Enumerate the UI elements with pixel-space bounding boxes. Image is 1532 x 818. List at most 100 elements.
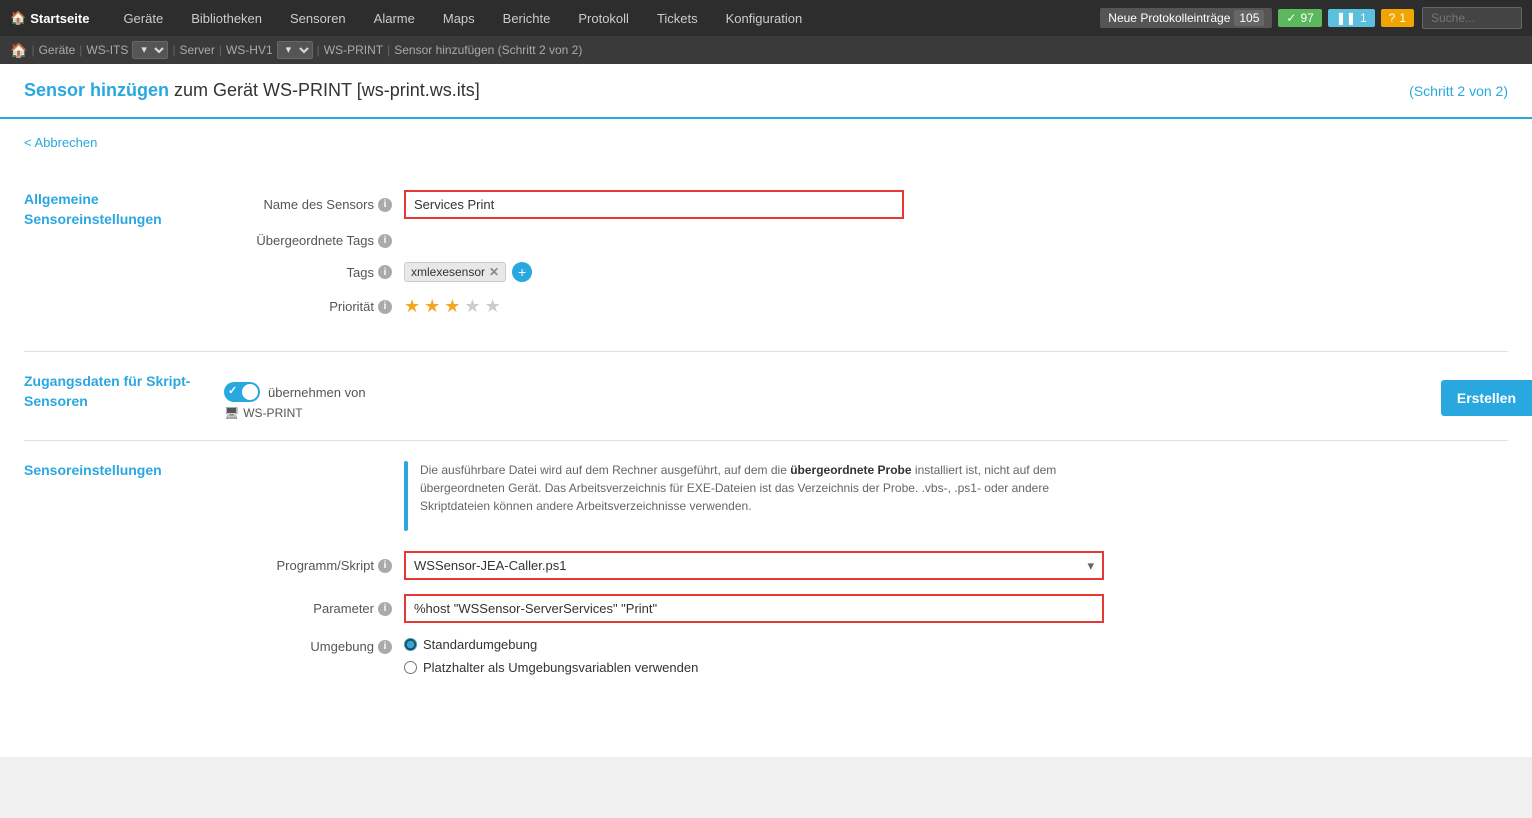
environment-radio-placeholder-label[interactable]: Platzhalter als Umgebungsvariablen verwe… — [423, 660, 698, 675]
general-settings-section: Allgemeine Sensoreinstellungen Name des … — [24, 170, 1508, 352]
environment-radio-standard[interactable] — [404, 638, 417, 651]
brand-logo[interactable]: 🏠 Startseite — [10, 10, 89, 26]
priority-info-icon[interactable]: i — [378, 300, 392, 314]
environment-radio-1-row: Standardumgebung — [404, 637, 1104, 652]
toggle-switch[interactable]: ✓ — [224, 382, 260, 402]
check-count: 97 — [1300, 11, 1313, 25]
info-text-bold: übergeordnete Probe — [790, 463, 911, 477]
parent-tags-info-icon[interactable]: i — [378, 234, 392, 248]
nav-protokoll[interactable]: Protokoll — [564, 0, 643, 36]
new-log-entries-badge[interactable]: Neue Protokolleinträge 105 — [1100, 8, 1272, 28]
info-badge[interactable]: ❚❚ 1 — [1328, 9, 1375, 27]
breadcrumb-geraete[interactable]: Geräte — [39, 43, 76, 57]
check-badge[interactable]: ✓ 97 — [1278, 9, 1321, 27]
tags-info-icon[interactable]: i — [378, 265, 392, 279]
nav-konfiguration[interactable]: Konfiguration — [712, 0, 817, 36]
breadcrumb: 🏠 | Geräte | WS-ITS ▾ | Server | WS-HV1 … — [0, 36, 1532, 64]
nav-maps[interactable]: Maps — [429, 0, 489, 36]
nav-tickets[interactable]: Tickets — [643, 0, 712, 36]
program-script-row: Programm/Skript i WSSensor-JEA-Caller.ps… — [224, 551, 1508, 580]
info-text-part1: Die ausführbare Datei wird auf dem Rechn… — [420, 463, 790, 477]
tags-list: xmlexesensor ✕ + — [404, 262, 1104, 282]
sensor-settings-inner: Sensoreinstellungen Die ausführbare Date… — [24, 461, 1508, 697]
sensor-name-input[interactable] — [404, 190, 904, 219]
info-box: Die ausführbare Datei wird auf dem Rechn… — [420, 461, 1100, 515]
general-settings-title: Allgemeine Sensoreinstellungen — [24, 190, 224, 331]
sensor-name-info-icon[interactable]: i — [378, 198, 392, 212]
nav-sensoren[interactable]: Sensoren — [276, 0, 360, 36]
content-area: < Abbrechen Allgemeine Sensoreinstellung… — [0, 119, 1532, 757]
parameter-row: Parameter i — [224, 594, 1508, 623]
erstellen-button[interactable]: Erstellen — [1441, 380, 1532, 416]
program-script-select-wrapper: WSSensor-JEA-Caller.ps1 — [404, 551, 1104, 580]
environment-label: Umgebung i — [224, 637, 404, 654]
nav-geraete[interactable]: Geräte — [109, 0, 177, 36]
credentials-title: Zugangsdaten für Skript-Sensoren — [24, 372, 224, 420]
page-title-highlight: Sensor hinzügen — [24, 80, 169, 100]
credentials-section: Zugangsdaten für Skript-Sensoren ✓ übern… — [24, 352, 1508, 441]
tags-label: Tags i — [224, 265, 404, 280]
breadcrumb-ws-hv1[interactable]: WS-HV1 — [226, 43, 273, 57]
breadcrumb-server[interactable]: Server — [180, 43, 215, 57]
priority-stars: ★ ★ ★ ★ ★ — [404, 296, 1104, 317]
toggle-label: übernehmen von — [268, 385, 366, 400]
star-3[interactable]: ★ — [444, 296, 460, 317]
sensor-settings-title: Sensoreinstellungen — [24, 461, 224, 697]
environment-radio-placeholder[interactable] — [404, 661, 417, 674]
tags-control: xmlexesensor ✕ + — [404, 262, 1104, 282]
brand-label: Startseite — [30, 11, 89, 26]
top-navigation: 🏠 Startseite Geräte Bibliotheken Sensore… — [0, 0, 1532, 36]
check-icon: ✓ — [1286, 11, 1296, 25]
environment-control: Standardumgebung Platzhalter als Umgebun… — [404, 637, 1104, 683]
info-icon-nav: ❚❚ — [1336, 11, 1356, 25]
tags-row: Tags i xmlexesensor ✕ + — [224, 262, 1508, 282]
nav-bibliotheken[interactable]: Bibliotheken — [177, 0, 276, 36]
star-1[interactable]: ★ — [404, 296, 420, 317]
nav-berichte[interactable]: Berichte — [489, 0, 565, 36]
page-title: Sensor hinzügen zum Gerät WS-PRINT [ws-p… — [24, 80, 480, 101]
star-5[interactable]: ★ — [485, 296, 501, 317]
warn-icon: ? — [1389, 11, 1396, 25]
parameter-info-icon[interactable]: i — [378, 602, 392, 616]
step-indicator: (Schritt 2 von 2) — [1409, 83, 1508, 99]
sensor-settings-body: Die ausführbare Datei wird auf dem Rechn… — [224, 461, 1508, 697]
info-box-row: Die ausführbare Datei wird auf dem Rechn… — [404, 461, 1508, 531]
environment-row: Umgebung i Standardumgebung Platzhalter … — [224, 637, 1508, 683]
general-settings-body: Name des Sensors i Übergeordnete Tags i — [224, 190, 1508, 331]
star-2[interactable]: ★ — [424, 296, 440, 317]
home-breadcrumb-icon[interactable]: 🏠 — [10, 42, 27, 59]
breadcrumb-ws-its-dropdown[interactable]: ▾ — [132, 41, 168, 59]
search-input[interactable] — [1422, 7, 1522, 29]
ws-print-device-link[interactable]: 🖥 WS-PRINT — [224, 406, 1508, 420]
sensor-name-label: Name des Sensors i — [224, 197, 404, 212]
warn-badge[interactable]: ? 1 — [1381, 9, 1414, 27]
breadcrumb-ws-hv1-dropdown[interactable]: ▾ — [277, 41, 313, 59]
sensor-settings-section: Sensoreinstellungen Die ausführbare Date… — [24, 441, 1508, 717]
star-4[interactable]: ★ — [464, 296, 480, 317]
program-script-control: WSSensor-JEA-Caller.ps1 — [404, 551, 1104, 580]
page-title-suffix: zum Gerät WS-PRINT [ws-print.ws.its] — [174, 80, 480, 100]
notifications-area: Neue Protokolleinträge 105 ✓ 97 ❚❚ 1 ? 1 — [1100, 8, 1414, 28]
breadcrumb-ws-print[interactable]: WS-PRINT — [324, 43, 383, 57]
breadcrumb-ws-its[interactable]: WS-ITS — [86, 43, 128, 57]
device-icon: 🖥 — [224, 406, 239, 420]
program-script-select[interactable]: WSSensor-JEA-Caller.ps1 — [404, 551, 1104, 580]
tag-add-button[interactable]: + — [512, 262, 532, 282]
environment-info-icon[interactable]: i — [378, 640, 392, 654]
sensor-name-row: Name des Sensors i — [224, 190, 1508, 219]
parameter-input[interactable] — [404, 594, 1104, 623]
breadcrumb-current: Sensor hinzufügen (Schritt 2 von 2) — [394, 43, 582, 57]
tag-remove-icon[interactable]: ✕ — [489, 265, 499, 279]
toggle-slider: ✓ — [224, 382, 260, 402]
program-script-label: Programm/Skript i — [224, 558, 404, 573]
parameter-control — [404, 594, 1104, 623]
new-entries-count: 105 — [1234, 10, 1264, 26]
environment-radio-standard-label[interactable]: Standardumgebung — [423, 637, 537, 652]
environment-radio-2-row: Platzhalter als Umgebungsvariablen verwe… — [404, 660, 1104, 675]
program-script-info-icon[interactable]: i — [378, 559, 392, 573]
warn-count: 1 — [1399, 11, 1406, 25]
cancel-link[interactable]: < Abbrechen — [24, 135, 97, 150]
parent-tags-label: Übergeordnete Tags i — [224, 233, 404, 248]
nav-alarme[interactable]: Alarme — [360, 0, 429, 36]
sensor-name-control — [404, 190, 1104, 219]
